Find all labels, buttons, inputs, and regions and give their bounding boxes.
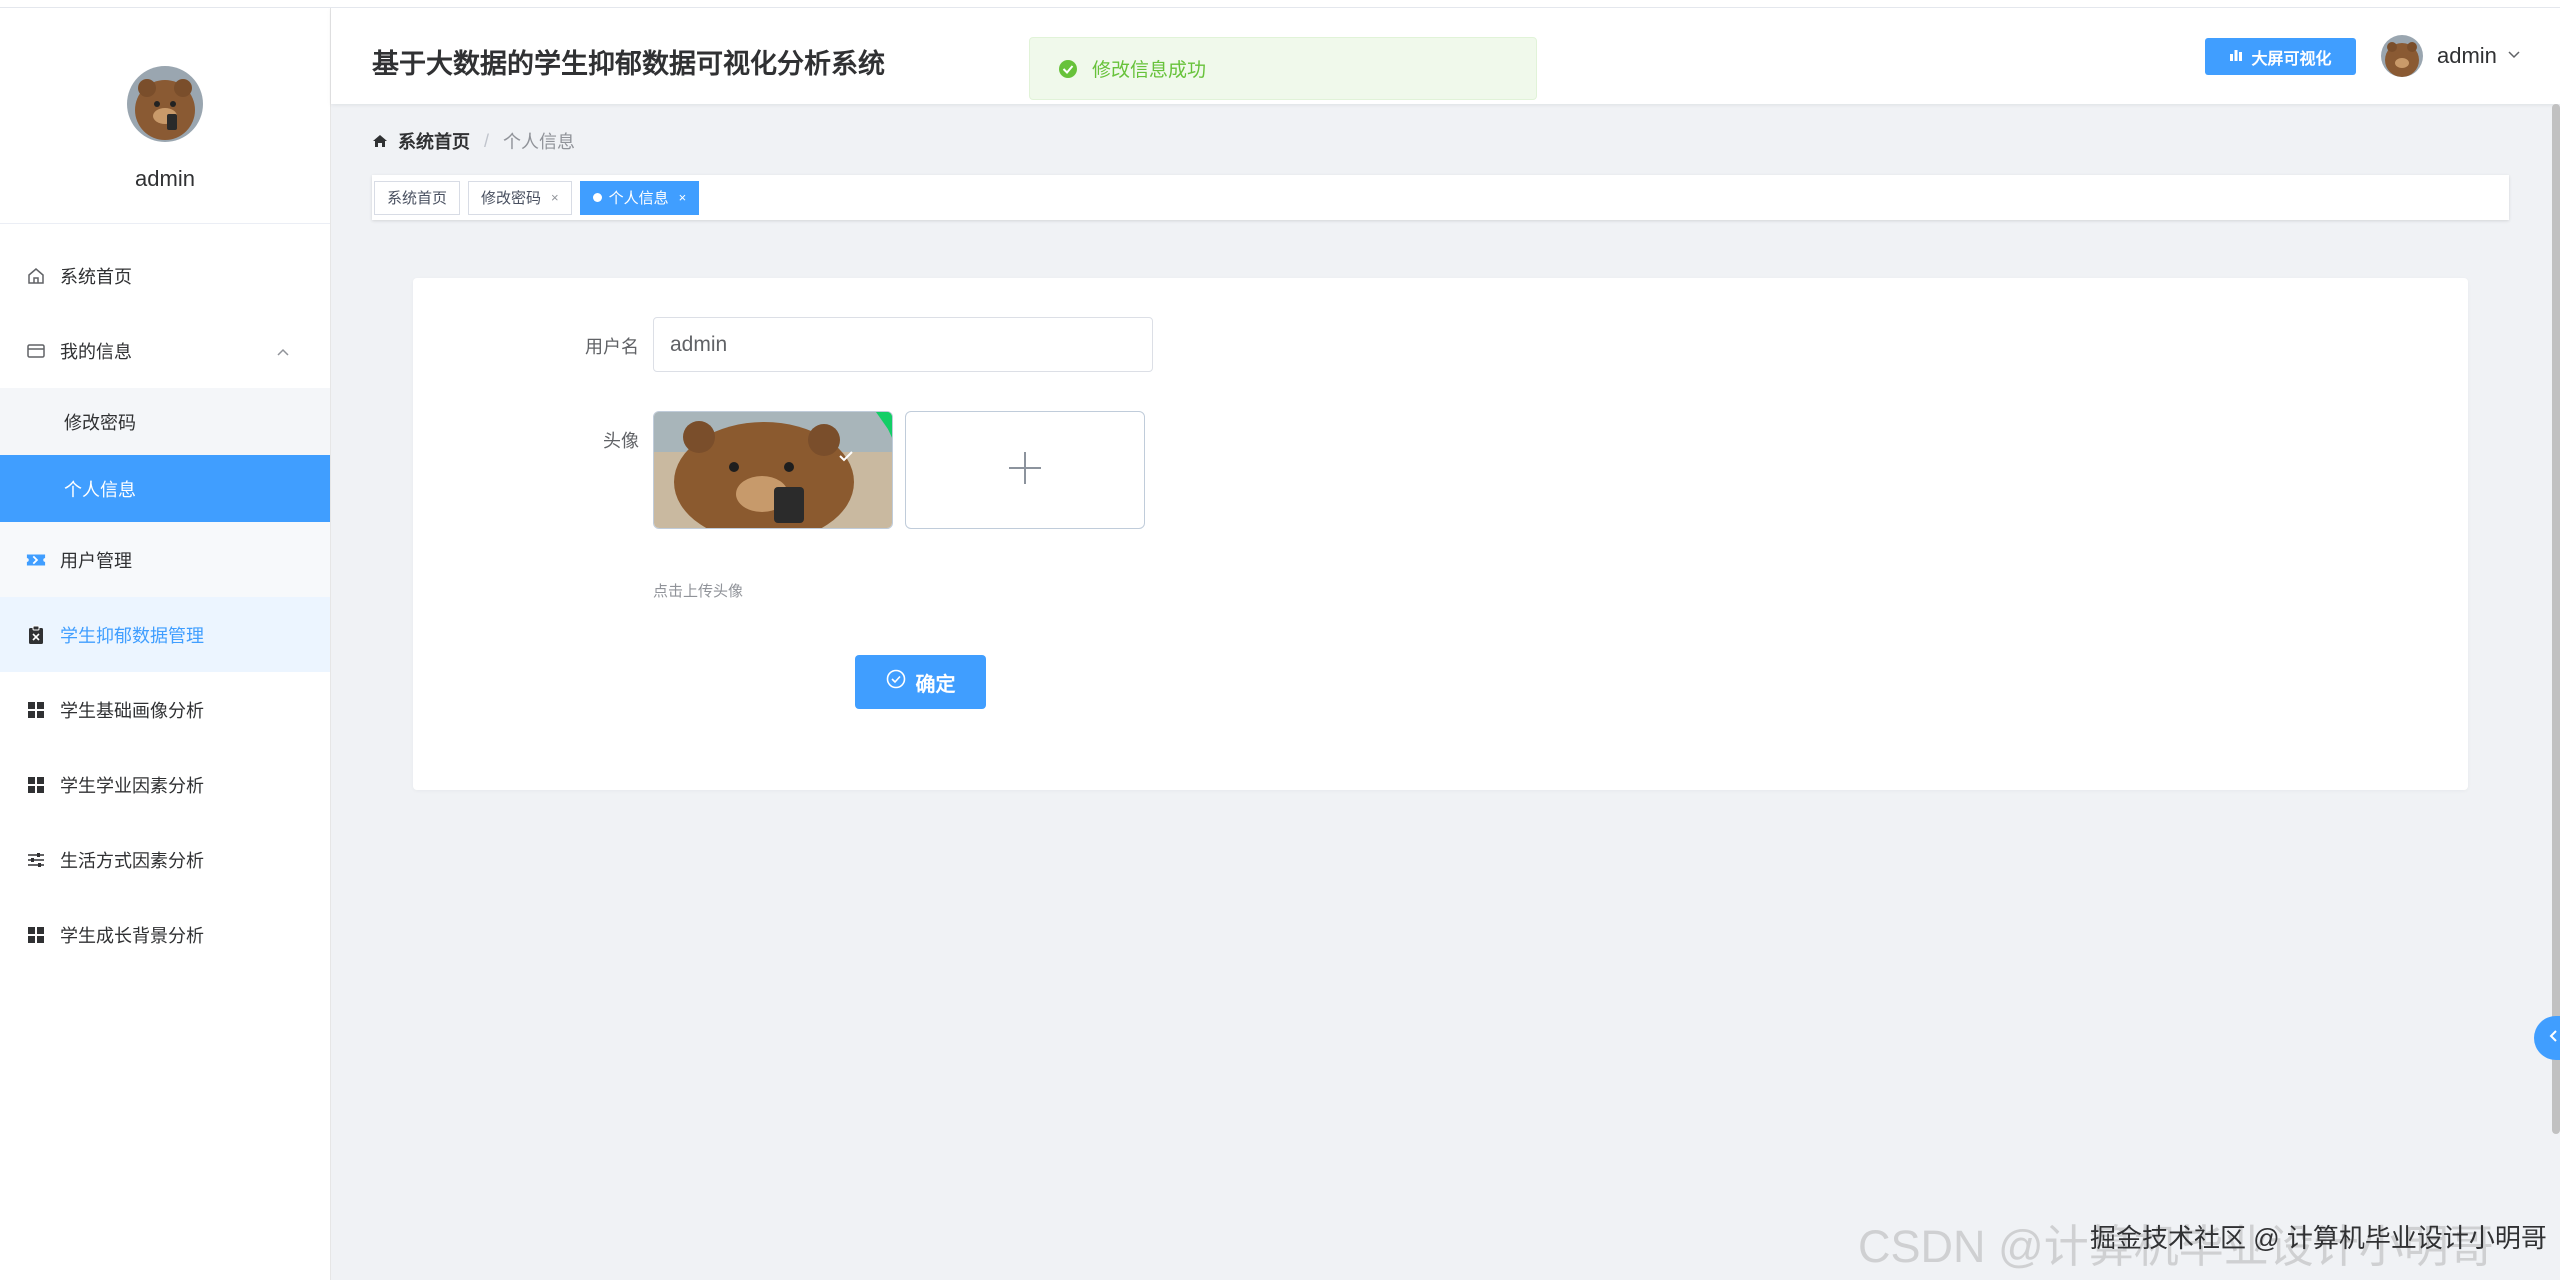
check-circle-icon (1058, 59, 1078, 79)
sidebar-item-user-management[interactable]: 用户管理 (0, 522, 330, 597)
sidebar-item-growth-background-analysis[interactable]: 学生成长背景分析 (0, 897, 330, 972)
username-label: 用户名 (585, 337, 639, 357)
confirm-button[interactable]: 确定 (855, 655, 986, 709)
page-title: 基于大数据的学生抑郁数据可视化分析系统 (372, 49, 885, 79)
bar-chart-icon (2229, 48, 2243, 66)
sidebar-item-label: 学生学业因素分析 (60, 775, 204, 796)
clipboard-icon (26, 625, 46, 645)
tags-view: 系统首页 修改密码 × 个人信息 × (372, 175, 2509, 220)
side-drawer-toggle[interactable] (2534, 1016, 2560, 1060)
toast-message: 修改信息成功 (1092, 60, 1207, 81)
ticket-icon (26, 550, 46, 570)
tag-label: 系统首页 (387, 190, 448, 207)
home-icon (372, 133, 388, 149)
active-dot (592, 193, 602, 202)
sidebar-item-label: 用户管理 (60, 550, 132, 571)
chevron-down-icon (2507, 47, 2521, 65)
sidebar-item-basic-profile-analysis[interactable]: 学生基础画像分析 (0, 672, 330, 747)
big-screen-button[interactable]: 大屏可视化 (2205, 38, 2356, 75)
close-icon[interactable]: × (679, 190, 687, 205)
sidebar-item-lifestyle-analysis[interactable]: 生活方式因素分析 (0, 822, 330, 897)
sidebar: admin 系统首页 我的信息 修改密码 个人信息 用户管理 学生抑郁数据管理 … (0, 8, 331, 1280)
profile-name: admin (135, 166, 195, 191)
chevron-up-icon (276, 341, 290, 362)
sidebar-item-personal-info[interactable]: 个人信息 (0, 455, 330, 522)
id-card-icon (26, 341, 46, 361)
tag-label: 修改密码 (481, 190, 542, 207)
top-header: 基于大数据的学生抑郁数据可视化分析系统 修改信息成功 大屏可视化 admin (331, 8, 2560, 104)
sidebar-item-label: 学生成长背景分析 (60, 925, 204, 946)
close-icon[interactable]: × (551, 190, 559, 205)
sliders-icon (26, 850, 46, 870)
profile-form-card: 用户名 头像 点击上传头像 确定 (413, 278, 2468, 790)
top-edge (0, 0, 2560, 8)
sidebar-item-label: 生活方式因素分析 (60, 850, 204, 871)
user-dropdown[interactable]: admin (2381, 35, 2521, 77)
big-screen-label: 大屏可视化 (2251, 50, 2332, 68)
username-field[interactable] (653, 317, 1153, 372)
avatar (2381, 35, 2423, 77)
sidebar-item-change-password[interactable]: 修改密码 (0, 388, 330, 455)
confirm-label: 确定 (915, 673, 956, 696)
check-circle-icon (886, 669, 906, 695)
success-toast: 修改信息成功 (1029, 37, 1537, 100)
breadcrumb: 系统首页 / 个人信息 (372, 128, 575, 154)
avatar-label: 头像 (603, 431, 639, 451)
breadcrumb-home[interactable]: 系统首页 (398, 128, 470, 154)
tag-personal-info[interactable]: 个人信息 × (579, 180, 700, 215)
sidebar-item-label: 我的信息 (60, 341, 132, 362)
grid-icon (26, 925, 46, 945)
upload-tip: 点击上传头像 (653, 583, 744, 600)
tag-label: 个人信息 (608, 190, 669, 207)
sidebar-item-my-info[interactable]: 我的信息 (0, 313, 330, 388)
sidebar-item-label: 学生基础画像分析 (60, 700, 204, 721)
username: admin (2437, 43, 2497, 68)
tag-home[interactable]: 系统首页 (374, 180, 461, 215)
breadcrumb-current: 个人信息 (503, 132, 576, 152)
sidebar-menu: 系统首页 我的信息 修改密码 个人信息 用户管理 学生抑郁数据管理 学生基础画像… (0, 224, 330, 972)
grid-icon (26, 700, 46, 720)
grid-icon (26, 775, 46, 795)
upload-avatar-button[interactable] (905, 411, 1145, 529)
plus-icon (1007, 450, 1043, 491)
home-icon (26, 266, 46, 286)
avatar-preview[interactable] (653, 411, 893, 529)
breadcrumb-separator: / (484, 130, 490, 151)
tag-change-password[interactable]: 修改密码 × (468, 180, 572, 215)
page-scrollbar[interactable] (2552, 104, 2560, 1134)
watermark-juejin: 掘金技术社区 @ 计算机毕业设计小明哥 (2090, 1223, 2547, 1253)
sidebar-profile: admin (0, 8, 330, 224)
sidebar-item-label: 系统首页 (60, 266, 132, 287)
chevron-left-icon (2548, 1029, 2558, 1048)
sidebar-item-home[interactable]: 系统首页 (0, 238, 330, 313)
sidebar-item-academic-analysis[interactable]: 学生学业因素分析 (0, 747, 330, 822)
avatar[interactable] (127, 66, 203, 142)
sidebar-item-label: 学生抑郁数据管理 (60, 625, 204, 646)
sidebar-item-depression-data[interactable]: 学生抑郁数据管理 (0, 597, 330, 672)
